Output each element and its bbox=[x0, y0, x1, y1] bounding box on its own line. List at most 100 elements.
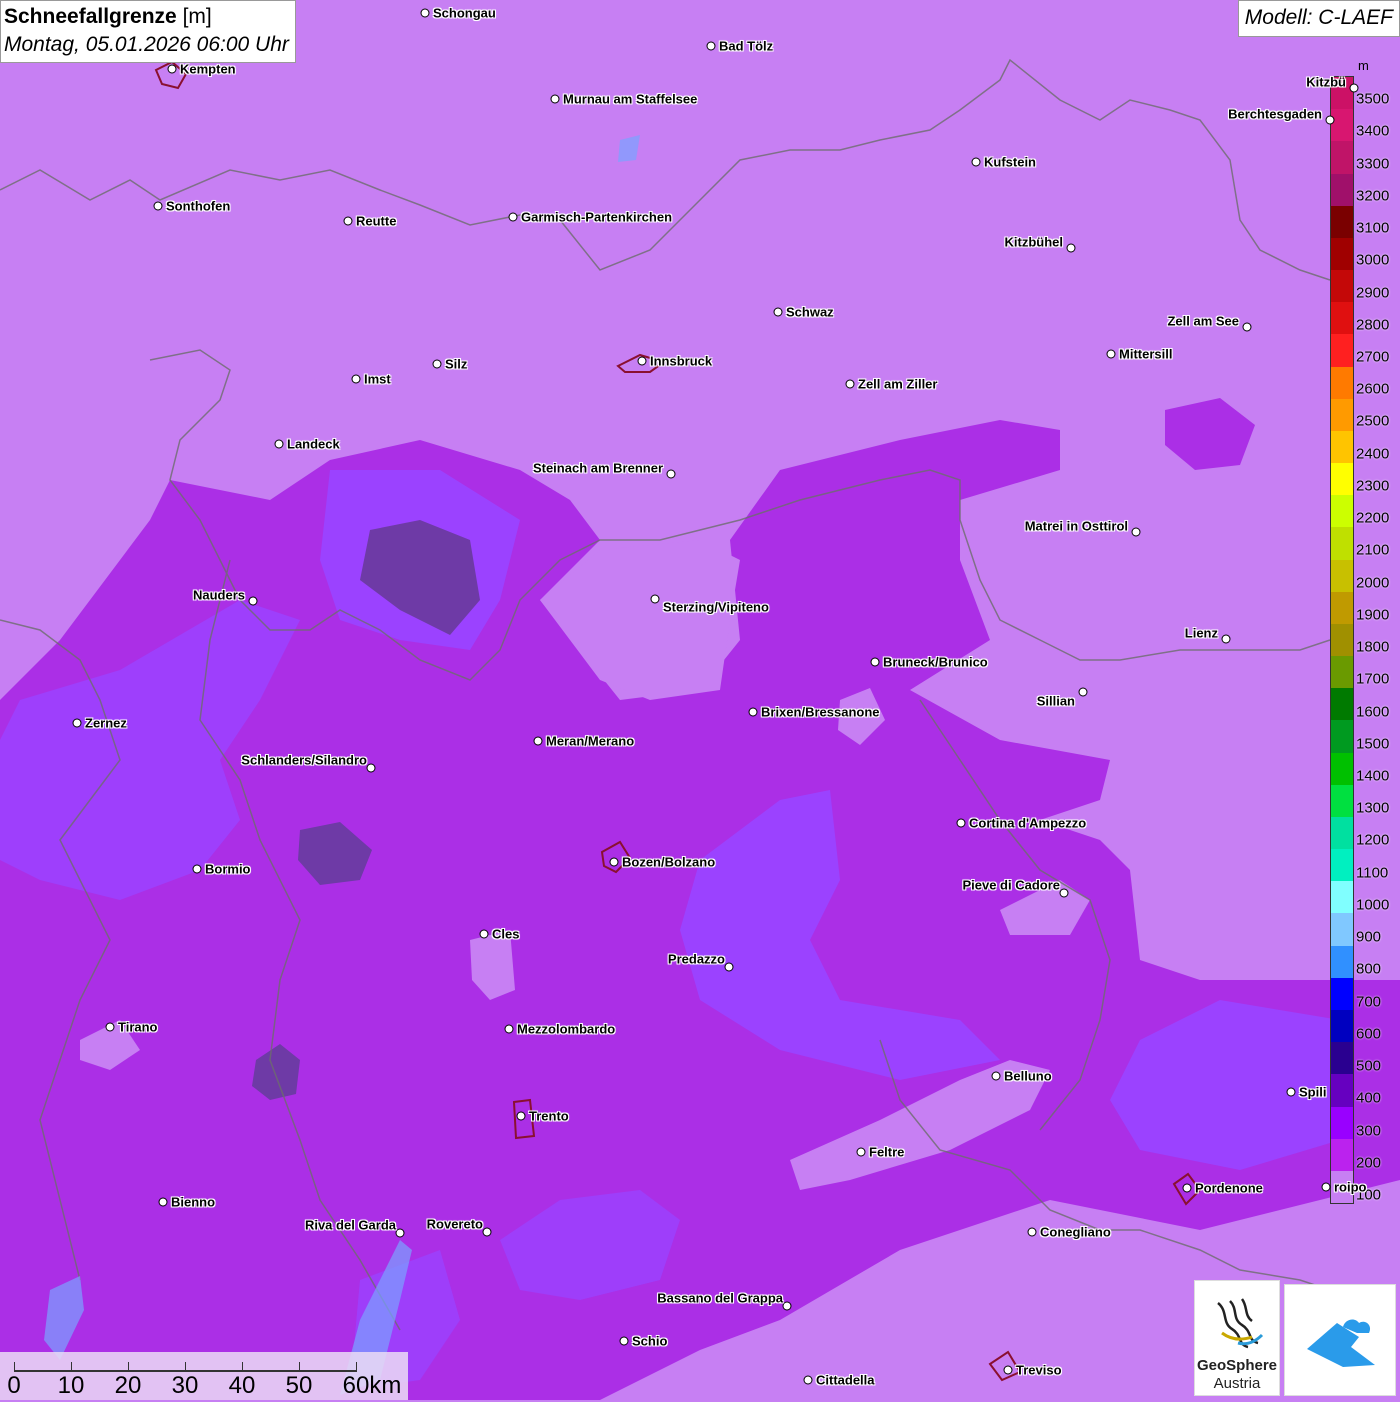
city-marker bbox=[1003, 1365, 1013, 1375]
city-label: Bruneck/Brunico bbox=[883, 654, 988, 670]
legend-label: 1700 bbox=[1356, 670, 1390, 688]
city-marker bbox=[508, 212, 518, 222]
city-marker bbox=[351, 374, 361, 384]
scale-tick bbox=[299, 1362, 300, 1372]
legend-swatch bbox=[1331, 1042, 1353, 1075]
city-marker bbox=[420, 8, 430, 18]
legend-swatch bbox=[1331, 334, 1353, 367]
legend-label: 1300 bbox=[1356, 799, 1390, 817]
city-label: Conegliano bbox=[1040, 1224, 1111, 1240]
legend-label: 3400 bbox=[1356, 122, 1390, 140]
city-label: Silz bbox=[445, 356, 468, 372]
city-marker bbox=[1066, 243, 1076, 253]
city-marker bbox=[167, 64, 177, 74]
city-label: Sonthofen bbox=[166, 198, 231, 214]
legend-swatch bbox=[1331, 913, 1353, 946]
scale-tick bbox=[14, 1362, 15, 1372]
city-label: Pieve di Cadore bbox=[962, 877, 1060, 893]
legend-label: 500 bbox=[1356, 1057, 1382, 1075]
city-label: Zell am Ziller bbox=[858, 376, 938, 392]
legend-label: 700 bbox=[1356, 993, 1382, 1011]
city-marker bbox=[1131, 527, 1141, 537]
city-marker bbox=[845, 379, 855, 389]
model-label: Modell: C-LAEF bbox=[1237, 0, 1400, 37]
city-label: Innsbruck bbox=[650, 353, 713, 369]
legend-label: 2300 bbox=[1356, 477, 1390, 495]
city-label: Kufstein bbox=[984, 154, 1036, 170]
legend-swatch bbox=[1331, 1009, 1353, 1043]
city-label: Kitzbühel bbox=[1004, 234, 1064, 250]
city-label: Garmisch-Partenkirchen bbox=[521, 209, 673, 225]
map-title-box: Schneefallgrenze [m] Montag, 05.01.2026 … bbox=[0, 0, 296, 63]
city-label: Riva del Garda bbox=[304, 1217, 396, 1233]
legend-label: 3000 bbox=[1356, 251, 1390, 269]
color-legend-labels: 3500 3400 3300 3200 3100 3000 2900 2800 2700 2600… bbox=[1356, 76, 1396, 1204]
legend-swatch bbox=[1331, 302, 1353, 335]
city-marker bbox=[72, 718, 82, 728]
city-label: Meran/Merano bbox=[546, 733, 635, 749]
city-marker bbox=[1286, 1087, 1296, 1097]
legend-swatch bbox=[1331, 977, 1353, 1010]
city-marker bbox=[1325, 115, 1335, 125]
city-label: Berchtesgaden bbox=[1228, 106, 1322, 122]
city-label: Spili bbox=[1299, 1084, 1327, 1100]
scale-tick bbox=[71, 1362, 72, 1372]
legend-swatch bbox=[1331, 495, 1353, 528]
city-label: Kempten bbox=[180, 61, 236, 77]
city-marker bbox=[1182, 1183, 1192, 1193]
legend-swatch bbox=[1331, 109, 1353, 142]
city-label: Bozen/Bolzano bbox=[622, 854, 716, 870]
map-title: Schneefallgrenze [m] bbox=[4, 5, 212, 28]
city-label: Pordenone bbox=[1195, 1180, 1263, 1196]
scale-bar: 0 10 20 30 40 50 60km bbox=[0, 1352, 408, 1400]
legend-unit: m bbox=[1358, 58, 1369, 73]
city-label: Bad Tölz bbox=[719, 38, 774, 54]
city-label: Cittadella bbox=[816, 1372, 875, 1388]
city-marker bbox=[971, 157, 981, 167]
city-label: Treviso bbox=[1016, 1362, 1062, 1378]
city-label: Mittersill bbox=[1119, 346, 1173, 362]
legend-swatch bbox=[1331, 945, 1353, 978]
city-marker bbox=[158, 1197, 168, 1207]
legend-label: 3200 bbox=[1356, 187, 1390, 205]
city-label: Schlanders/Silandro bbox=[241, 752, 367, 768]
city-marker bbox=[609, 857, 619, 867]
legend-swatch bbox=[1331, 623, 1353, 657]
city-marker bbox=[1221, 634, 1231, 644]
legend-swatch bbox=[1331, 463, 1353, 496]
city-marker bbox=[1242, 322, 1252, 332]
legend-swatch bbox=[1331, 656, 1353, 689]
legend-swatch bbox=[1331, 366, 1353, 399]
scale-label: 50 bbox=[285, 1372, 313, 1399]
city-label: Cortina d'Ampezzo bbox=[969, 815, 1087, 831]
city-marker bbox=[650, 594, 660, 604]
legend-label: 2500 bbox=[1356, 412, 1390, 430]
legend-label: 1000 bbox=[1356, 896, 1390, 914]
legend-label: 300 bbox=[1356, 1122, 1382, 1140]
legend-label: 1200 bbox=[1356, 831, 1390, 849]
legend-label: 200 bbox=[1356, 1154, 1382, 1172]
city-marker bbox=[432, 359, 442, 369]
legend-swatch bbox=[1331, 720, 1353, 753]
city-label: Lienz bbox=[1184, 625, 1218, 641]
city-label: Rovereto bbox=[426, 1216, 483, 1232]
city-marker bbox=[1027, 1227, 1037, 1237]
legend-label: 800 bbox=[1356, 960, 1382, 978]
city-marker bbox=[856, 1147, 866, 1157]
city-marker bbox=[533, 736, 543, 746]
legend-label: 1800 bbox=[1356, 638, 1390, 656]
city-label: Predazzo bbox=[667, 951, 725, 967]
city-marker bbox=[479, 929, 489, 939]
city-label: Tirano bbox=[118, 1019, 158, 1035]
city-marker bbox=[482, 1227, 492, 1237]
city-marker bbox=[956, 818, 966, 828]
legend-swatch bbox=[1331, 270, 1353, 303]
legend-swatch bbox=[1331, 688, 1353, 721]
city-marker bbox=[991, 1071, 1001, 1081]
legend-label: 1100 bbox=[1356, 864, 1389, 882]
city-label: Kitzbü bbox=[1306, 74, 1346, 90]
city-marker bbox=[1106, 349, 1116, 359]
city-label: Belluno bbox=[1004, 1068, 1052, 1084]
city-marker bbox=[724, 962, 734, 972]
legend-swatch bbox=[1331, 881, 1353, 914]
